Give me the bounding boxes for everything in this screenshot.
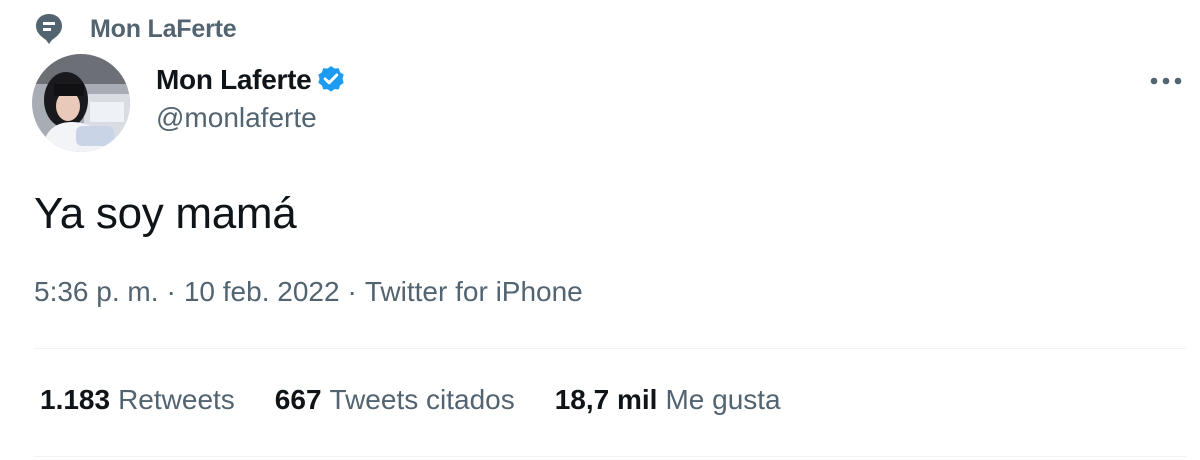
verified-badge-icon (318, 66, 345, 92)
tweet-meta: 5:36 p. m. · 10 feb. 2022 · Twitter for … (34, 276, 583, 308)
meta-separator: · (347, 276, 357, 307)
stat-label: Tweets citados (329, 384, 515, 415)
display-name-row[interactable]: Mon Laferte (156, 64, 347, 96)
divider (34, 456, 1186, 457)
stat-label: Me gusta (665, 384, 781, 415)
avatar[interactable] (32, 54, 130, 152)
more-options-icon (1150, 77, 1182, 85)
tweet-text: Ya soy mamá (34, 189, 297, 238)
more-options-button[interactable] (1142, 64, 1190, 98)
tweet-author: Mon Laferte @monlaferte (32, 54, 347, 152)
pinned-context: Mon LaFerte (34, 10, 237, 48)
stat-count: 1.183 (40, 384, 111, 415)
location-pin-icon (36, 14, 62, 44)
stat-label: Retweets (118, 384, 235, 415)
stat-retweets[interactable]: 1.183 Retweets (40, 384, 235, 416)
stat-quote-tweets[interactable]: 667 Tweets citados (275, 384, 515, 416)
divider (34, 348, 1186, 349)
meta-separator: · (166, 276, 176, 307)
stat-count: 18,7 mil (554, 384, 658, 415)
display-name[interactable]: Mon Laferte (156, 64, 312, 96)
author-handle[interactable]: @monlaferte (156, 102, 317, 134)
tweet-stats: 1.183 Retweets 667 Tweets citados 18,7 m… (40, 384, 781, 416)
author-names: Mon Laferte @monlaferte (156, 64, 347, 134)
stat-likes[interactable]: 18,7 mil Me gusta (555, 384, 781, 416)
tweet-time[interactable]: 5:36 p. m. (34, 276, 159, 308)
stat-count: 667 (274, 384, 322, 415)
pinned-label[interactable]: Mon LaFerte (90, 15, 237, 44)
tweet-date[interactable]: 10 feb. 2022 (184, 276, 340, 308)
tweet-source[interactable]: Twitter for iPhone (365, 276, 583, 308)
